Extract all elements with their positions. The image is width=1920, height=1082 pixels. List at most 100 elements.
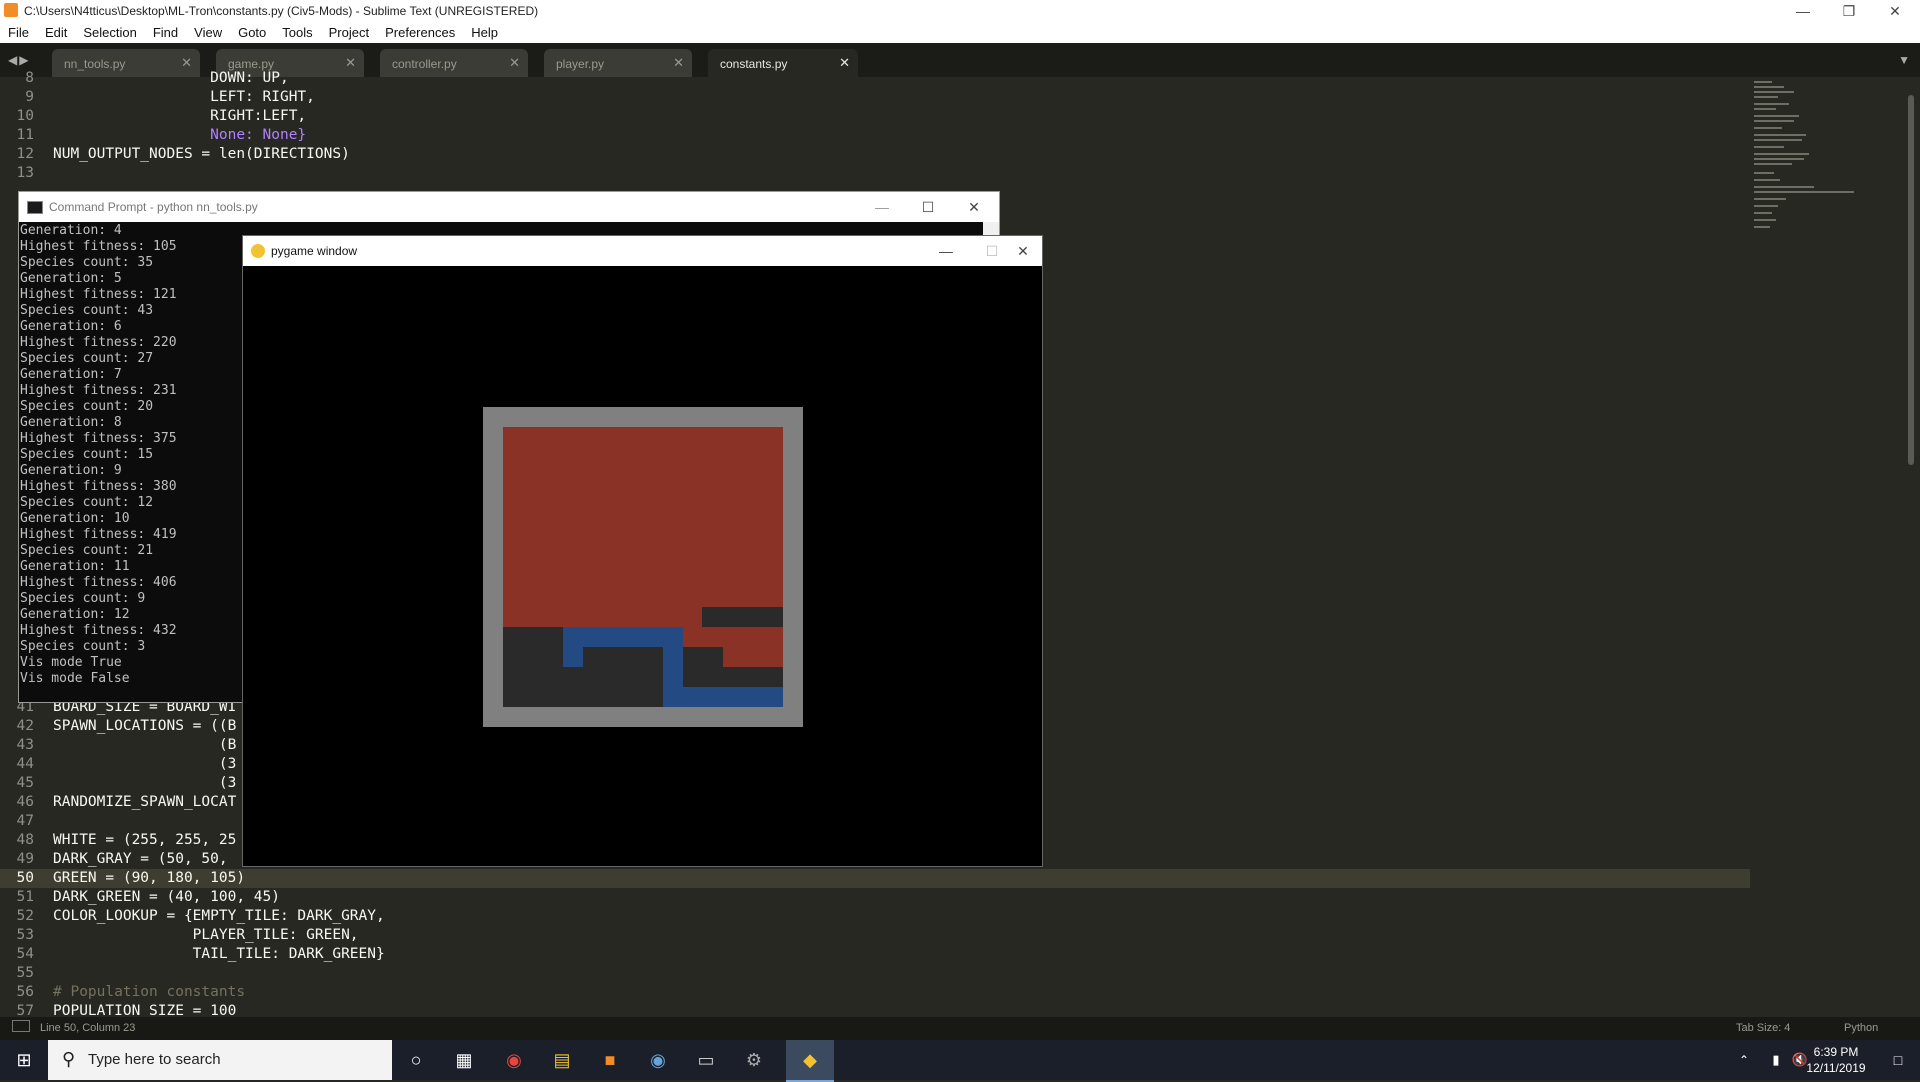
current-line-highlight — [0, 869, 1750, 888]
tab-nav-arrows-icon[interactable]: ◀▶ — [8, 53, 30, 67]
tab-constants[interactable]: constants.py ✕ — [708, 49, 858, 77]
clock[interactable]: 6:39 PM 12/11/2019 — [1796, 1044, 1876, 1076]
pygame-title-bar[interactable]: pygame window — ☐ ✕ — [243, 236, 1042, 266]
minimize-button[interactable]: — — [1780, 0, 1826, 22]
maximize-button[interactable]: ❐ — [1826, 0, 1872, 22]
menu-find[interactable]: Find — [145, 22, 186, 40]
line-number: 56 — [16, 984, 34, 1000]
code-line: COLOR_LOOKUP = {EMPTY_TILE: DARK_GRAY, — [53, 908, 385, 924]
cmd-close-button[interactable]: ✕ — [951, 196, 997, 218]
tab-controller[interactable]: controller.py ✕ — [380, 49, 528, 77]
cmd-output-line: Species count: 15 — [20, 447, 154, 462]
player-trail — [563, 647, 583, 667]
tab-dropdown-icon[interactable]: ▼ — [1898, 53, 1910, 67]
code-line: PLAYER_TILE: GREEN, — [53, 927, 359, 943]
cmd-output-line: Highest fitness: 375 — [20, 431, 177, 446]
line-number: 8 — [25, 70, 34, 86]
code-line: (B — [53, 737, 237, 753]
steam-icon[interactable]: ◉ — [634, 1040, 682, 1080]
window-title: C:\Users\N4tticus\Desktop\ML-Tron\consta… — [24, 4, 539, 18]
search-icon: ⚲ — [62, 1049, 76, 1069]
line-number: 44 — [16, 756, 34, 772]
cursor-position[interactable]: Line 50, Column 23 — [40, 1022, 135, 1034]
file-explorer-icon[interactable]: ▤ — [538, 1040, 586, 1080]
line-number: 49 — [16, 851, 34, 867]
line-number: 13 — [16, 165, 34, 181]
tab-label: constants.py — [720, 57, 788, 71]
code-comment: # Population constants — [53, 984, 246, 1000]
game-canvas[interactable] — [243, 266, 1042, 866]
line-number: 52 — [16, 908, 34, 924]
cmd-output-line: Generation: 9 — [20, 463, 122, 478]
tail-segment — [702, 607, 783, 627]
taskbar: ⊞ ⚲ Type here to search ○ ▦ ◉ ▤ ■ ◉ ▭ ⚙ … — [0, 1040, 1920, 1082]
code-line: (3 — [53, 756, 237, 772]
clock-date: 12/11/2019 — [1806, 1061, 1866, 1075]
line-number: 48 — [16, 832, 34, 848]
menu-help[interactable]: Help — [463, 22, 506, 40]
tab-close-icon[interactable]: ✕ — [839, 55, 850, 71]
pygame-minimize-button[interactable]: — — [923, 240, 969, 262]
tab-close-icon[interactable]: ✕ — [345, 55, 356, 71]
pygame-title: pygame window — [271, 244, 358, 258]
cmd-output-line: Highest fitness: 380 — [20, 479, 177, 494]
cmd-maximize-button[interactable]: ☐ — [905, 196, 951, 218]
sublime-title-bar: C:\Users\N4tticus\Desktop\ML-Tron\consta… — [0, 0, 1920, 22]
code-line: RIGHT:LEFT, — [53, 108, 307, 124]
code-line: NUM_OUTPUT_NODES = len(DIRECTIONS) — [53, 146, 350, 162]
windows-start-icon[interactable]: ⊞ — [0, 1040, 48, 1080]
editor-scrollbar[interactable] — [1908, 95, 1914, 465]
close-button[interactable]: ✕ — [1872, 0, 1918, 22]
task-view-icon[interactable]: ▦ — [440, 1040, 488, 1080]
clock-time: 6:39 PM — [1813, 1045, 1859, 1059]
line-number: 46 — [16, 794, 34, 810]
line-number: 9 — [25, 89, 34, 105]
menu-project[interactable]: Project — [321, 22, 377, 40]
pygame-window[interactable]: pygame window — ☐ ✕ — [242, 235, 1043, 867]
cmd-output-line: Generation: 8 — [20, 415, 122, 430]
cmd-output-line: Species count: 43 — [20, 303, 154, 318]
line-number: 11 — [16, 127, 34, 143]
cmd-output-line: Generation: 7 — [20, 367, 122, 382]
notification-icon[interactable]: □ — [1874, 1040, 1920, 1080]
tab-label: controller.py — [392, 57, 457, 71]
line-number: 12 — [16, 146, 34, 162]
panel-toggle-icon[interactable] — [12, 1020, 30, 1032]
menu-edit[interactable]: Edit — [37, 22, 75, 40]
cmd-output-line: Species count: 35 — [20, 255, 154, 270]
cmd-title-bar[interactable]: Command Prompt - python nn_tools.py — ☐ … — [19, 192, 999, 222]
menu-goto[interactable]: Goto — [230, 22, 274, 40]
tab-size[interactable]: Tab Size: 4 — [1736, 1022, 1790, 1034]
tab-label: player.py — [556, 57, 605, 71]
chrome-icon[interactable]: ◉ — [490, 1040, 538, 1080]
menu-preferences[interactable]: Preferences — [377, 22, 463, 40]
terminal-icon[interactable]: ▭ — [682, 1040, 730, 1080]
cmd-output-line: Highest fitness: 121 — [20, 287, 177, 302]
cmd-minimize-button[interactable]: — — [859, 196, 905, 218]
menu-file[interactable]: File — [0, 22, 37, 40]
tab-close-icon[interactable]: ✕ — [509, 55, 520, 71]
menu-view[interactable]: View — [186, 22, 230, 40]
sublime-text-icon[interactable]: ■ — [586, 1040, 634, 1080]
search-box[interactable]: ⚲ Type here to search — [48, 1040, 392, 1080]
cmd-output-line: Species count: 12 — [20, 495, 154, 510]
menu-selection[interactable]: Selection — [75, 22, 144, 40]
line-number: 45 — [16, 775, 34, 791]
tab-close-icon[interactable]: ✕ — [673, 55, 684, 71]
cmd-output-line: Highest fitness: 406 — [20, 575, 177, 590]
cortana-icon[interactable]: ○ — [392, 1040, 440, 1080]
code-line: SPAWN_LOCATIONS = ((B — [53, 718, 237, 734]
empty-region — [503, 627, 563, 707]
python-icon[interactable]: ◆ — [786, 1040, 834, 1082]
cmd-output-line: Species count: 27 — [20, 351, 154, 366]
minimap[interactable] — [1750, 77, 1920, 1017]
code-line: DOWN: UP, — [53, 69, 289, 88]
tab-player[interactable]: player.py ✕ — [544, 49, 692, 77]
syntax-language[interactable]: Python — [1844, 1022, 1878, 1034]
app-icon[interactable]: ⚙ — [730, 1040, 778, 1080]
menu-tools[interactable]: Tools — [274, 22, 320, 40]
cmd-output-line: Species count: 21 — [20, 543, 154, 558]
pygame-close-button[interactable]: ✕ — [1000, 240, 1046, 262]
player-trail — [663, 627, 683, 687]
cmd-output-line: Highest fitness: 220 — [20, 335, 177, 350]
